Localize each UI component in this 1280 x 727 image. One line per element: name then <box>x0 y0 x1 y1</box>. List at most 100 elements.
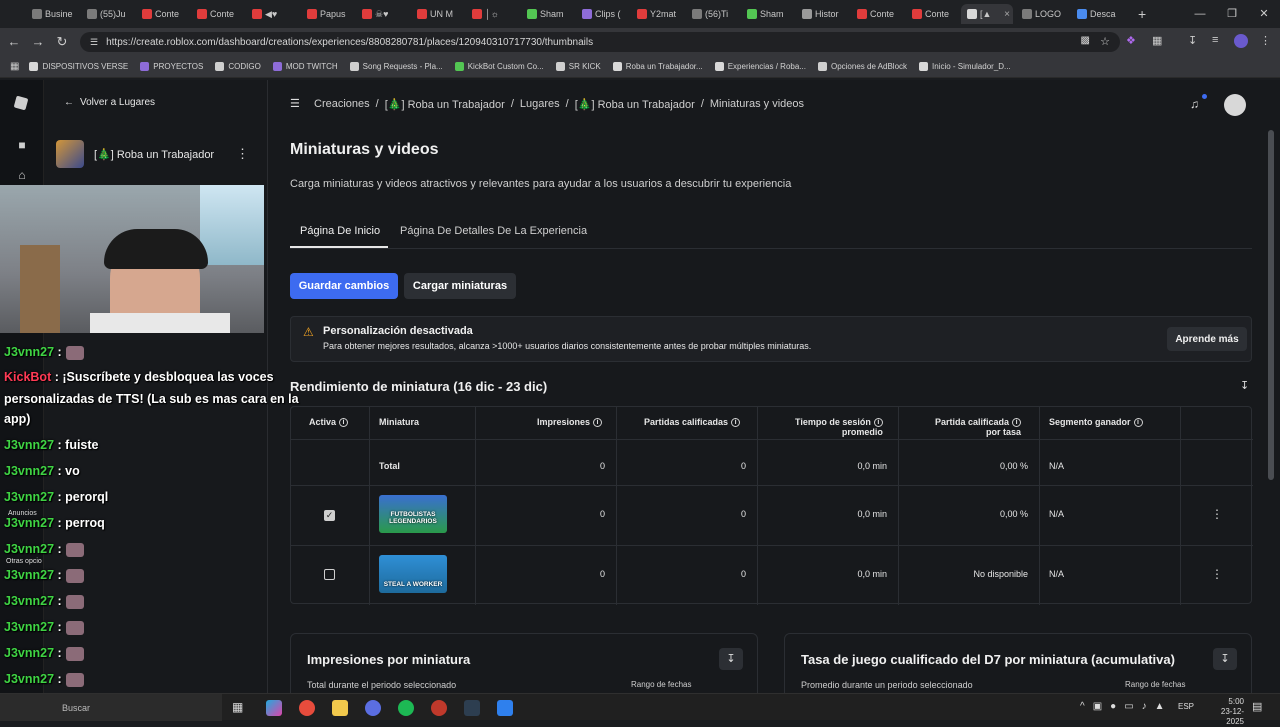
task-view-icon[interactable]: ▦ <box>232 700 248 716</box>
download-icon[interactable]: ↧ <box>1213 648 1237 670</box>
chat-message: J3vnn27 : fuiste <box>4 438 99 452</box>
row-menu-icon[interactable]: ⋮ <box>1211 507 1223 521</box>
back-to-places-link[interactable]: ← Volver a Lugares <box>64 97 155 108</box>
chat-text: : <box>57 646 62 660</box>
bookmark-item[interactable]: KickBot Custom Co... <box>454 62 544 71</box>
browser-tab[interactable]: Y2mat <box>631 4 683 24</box>
minimize-icon[interactable]: — <box>1184 0 1216 28</box>
site-info-icon[interactable]: ☰ <box>90 37 98 48</box>
browser-tab[interactable]: Desca <box>1071 4 1123 24</box>
breadcrumb-item[interactable]: Creaciones <box>314 98 370 111</box>
col-divider <box>898 407 899 605</box>
bookmark-item[interactable]: Roba un Trabajador... <box>612 62 703 71</box>
browser-tab[interactable]: (55)Ju <box>81 4 133 24</box>
browser-tab[interactable]: [▲ × <box>961 4 1013 24</box>
breadcrumb-item[interactable]: Lugares <box>520 98 560 111</box>
download-icon[interactable]: ↧ <box>1188 34 1197 47</box>
bookmark-item[interactable]: MOD TWITCH <box>272 62 338 71</box>
tab-home-page[interactable]: Página De Inicio <box>300 225 380 237</box>
browser-tab[interactable]: Conte <box>191 4 243 24</box>
close-tab-icon[interactable]: × <box>1004 9 1010 20</box>
bookmark-item[interactable]: CODIGO <box>215 62 261 71</box>
taskbar-search[interactable]: Buscar <box>0 694 222 721</box>
total-label: Total <box>379 461 400 471</box>
browser-tab[interactable]: ☠♥ <box>356 4 408 24</box>
restore-icon[interactable]: ❐ <box>1216 0 1248 28</box>
app-icon[interactable] <box>431 700 447 716</box>
translate-icon[interactable]: ▩ <box>1081 35 1090 46</box>
discord-icon[interactable] <box>365 700 381 716</box>
bookmark-item[interactable]: Opciones de AdBlock <box>817 62 907 71</box>
back-icon[interactable]: ← <box>6 34 22 50</box>
tab-experience-details[interactable]: Página De Detalles De La Experiencia <box>400 225 587 237</box>
chat-text: : fuiste <box>57 438 99 452</box>
app-icon[interactable] <box>497 700 513 716</box>
browser-tab[interactable]: Papus <box>301 4 353 24</box>
thumbnail-image[interactable]: FUTBOLISTAS LEGENDARIOS <box>379 495 447 533</box>
breadcrumb-item[interactable]: [🎄] Roba un Trabajador <box>385 98 505 111</box>
browser-tab[interactable]: Conte <box>851 4 903 24</box>
bookmark-item[interactable]: Song Requests - Pla... <box>349 62 443 71</box>
tab-favicon-icon <box>747 9 757 19</box>
thumbnail-image[interactable]: STEAL A WORKER <box>379 555 447 593</box>
bookmark-item[interactable]: DISPOSITIVOS VERSE <box>29 62 128 71</box>
bookmark-item[interactable]: PROYECTOS <box>140 62 203 71</box>
download-icon[interactable]: ↧ <box>719 648 743 670</box>
app-icon[interactable] <box>464 700 480 716</box>
roblox-logo-icon[interactable] <box>13 95 29 111</box>
reload-icon[interactable]: ↻ <box>54 34 70 50</box>
file-explorer-icon[interactable] <box>332 700 348 716</box>
browser-tab[interactable]: LOGO <box>1016 4 1068 24</box>
address-bar[interactable]: ☰ https://create.roblox.com/dashboard/cr… <box>80 32 1120 52</box>
browser-tab[interactable]: Conte <box>906 4 958 24</box>
bookmark-item[interactable]: SR KICK <box>555 62 601 71</box>
chevron-up-icon[interactable]: ^ <box>1080 701 1085 712</box>
close-window-icon[interactable]: ✕ <box>1248 0 1280 28</box>
download-report-icon[interactable]: ↧ <box>1240 379 1249 392</box>
forward-icon[interactable]: → <box>30 34 46 50</box>
browser-tab[interactable]: Busine <box>26 4 78 24</box>
upload-thumbnails-button[interactable]: Cargar miniaturas <box>404 273 516 299</box>
chrome-icon[interactable] <box>299 700 315 716</box>
scrollbar[interactable] <box>1268 130 1274 480</box>
new-tab-button[interactable]: + <box>1138 6 1146 22</box>
browser-tab[interactable]: ◀♥ <box>246 4 298 24</box>
copilot-icon[interactable] <box>266 700 282 716</box>
learn-more-button[interactable]: Aprende más <box>1167 327 1247 351</box>
browser-tab[interactable]: Histor <box>796 4 848 24</box>
browser-tab[interactable]: │☼ <box>466 4 518 24</box>
apps-grid-icon[interactable]: ▦ <box>10 61 19 72</box>
save-changes-button[interactable]: Guardar cambios <box>290 273 398 299</box>
more-options-icon[interactable]: ⋮ <box>236 146 249 162</box>
notifications-icon[interactable]: ▤ <box>1252 700 1262 713</box>
notification-bell-icon[interactable]: ♫ <box>1190 97 1199 111</box>
browser-tab[interactable]: (56)Ti <box>686 4 738 24</box>
tray-icon[interactable]: ▣ <box>1093 701 1102 712</box>
browser-tab[interactable]: Sham <box>741 4 793 24</box>
breadcrumb-item[interactable]: [🎄] Roba un Trabajador <box>575 98 695 111</box>
profile-avatar-icon[interactable] <box>1234 34 1248 48</box>
language-indicator[interactable]: ESP <box>1178 702 1194 711</box>
menu-dots-icon[interactable]: ⋮ <box>1260 34 1271 47</box>
home-icon[interactable]: ⌂ <box>15 168 29 182</box>
network-icon[interactable]: ▲ <box>1155 701 1165 712</box>
browser-tab[interactable]: Sham <box>521 4 573 24</box>
bookmark-item[interactable]: Experiencias / Roba... <box>714 62 806 71</box>
creations-icon[interactable]: ■ <box>15 138 29 152</box>
bookmark-star-icon[interactable]: ☆ <box>1100 35 1110 48</box>
monitor-icon[interactable]: ▭ <box>1124 701 1133 712</box>
extension-icon[interactable]: ❖ <box>1126 34 1136 47</box>
clock[interactable]: 5:00 23-12-2025 <box>1204 697 1244 727</box>
user-avatar[interactable] <box>1224 94 1246 116</box>
hamburger-menu-icon[interactable]: ☰ <box>290 97 300 110</box>
reading-list-icon[interactable]: ≡ <box>1212 34 1218 46</box>
bookmark-item[interactable]: Inicio - Simulador_D... <box>919 62 1011 71</box>
browser-tab[interactable]: Conte <box>136 4 188 24</box>
browser-tab[interactable]: Clips ( <box>576 4 628 24</box>
row-menu-icon[interactable]: ⋮ <box>1211 567 1223 581</box>
volume-icon[interactable]: ♪ <box>1142 701 1147 712</box>
puzzle-icon[interactable]: ▦ <box>1152 34 1162 47</box>
mic-icon[interactable]: ● <box>1110 701 1116 712</box>
browser-tab[interactable]: UN M <box>411 4 463 24</box>
spotify-icon[interactable] <box>398 700 414 716</box>
